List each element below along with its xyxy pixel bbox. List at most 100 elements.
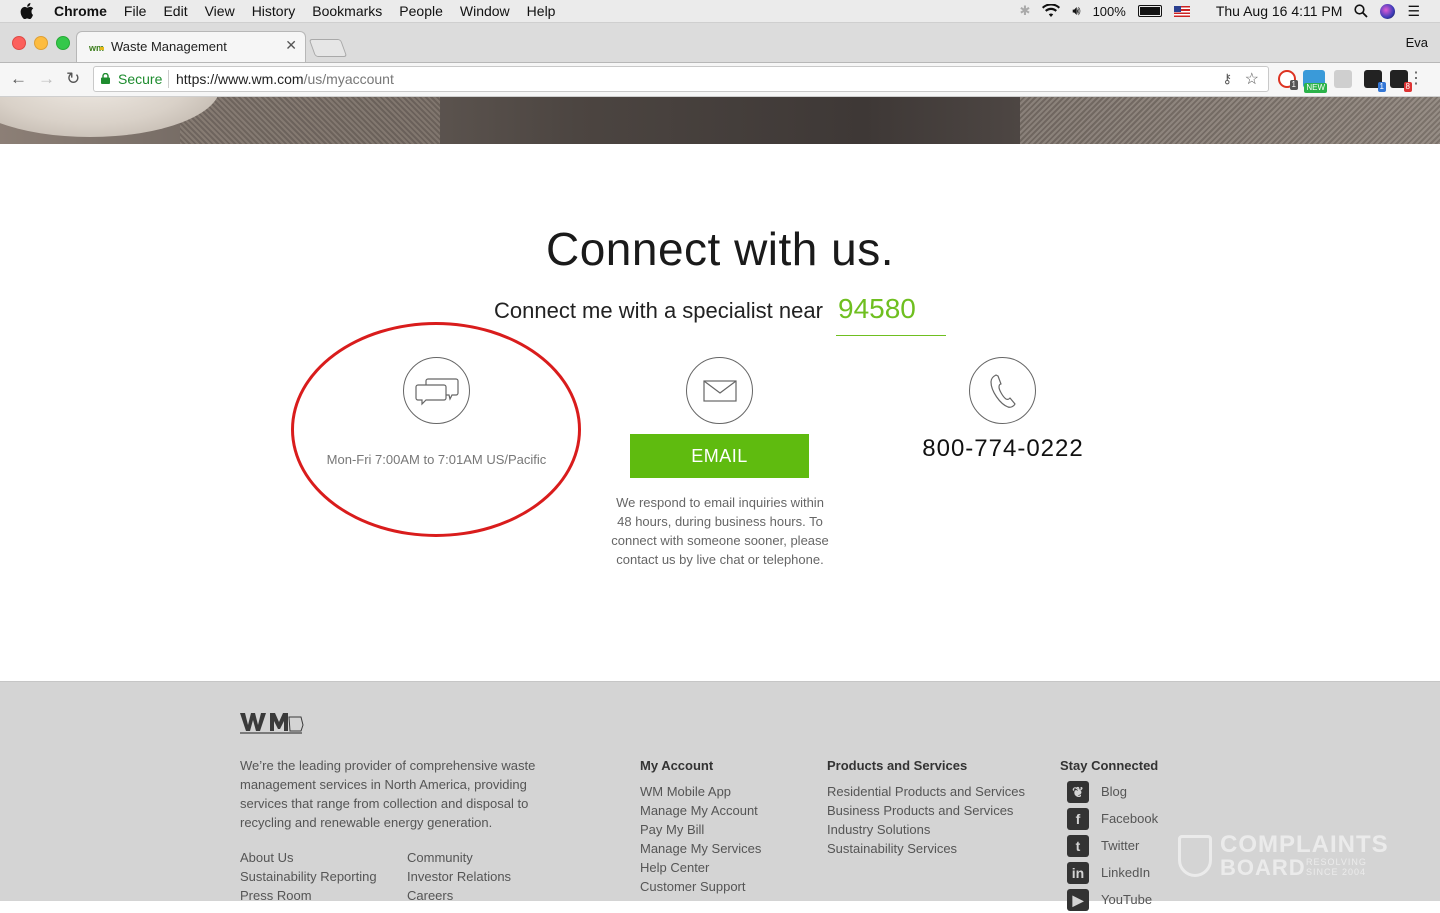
key-icon[interactable]: ⚷: [1222, 71, 1232, 87]
footer-heading-my-account: My Account: [640, 758, 714, 773]
extension-dark-icon[interactable]: 8: [1390, 70, 1412, 92]
footer-link-about-us[interactable]: About Us: [240, 848, 377, 867]
menu-app-name[interactable]: Chrome: [54, 3, 107, 19]
footer-link-residential[interactable]: Residential Products and Services: [827, 782, 1025, 801]
volume-icon[interactable]: 🔊︎: [1072, 3, 1080, 19]
footer-link-pay-my-bill[interactable]: Pay My Bill: [640, 820, 761, 839]
macos-menu-bar: Chrome File Edit View History Bookmarks …: [0, 0, 1440, 23]
profile-name[interactable]: Eva: [1406, 35, 1428, 50]
footer-link-careers[interactable]: Careers: [407, 886, 511, 905]
social-label-facebook: Facebook: [1101, 811, 1159, 826]
chrome-menu-icon[interactable]: ⋮: [1408, 68, 1424, 88]
email-button[interactable]: EMAIL: [630, 434, 809, 478]
zoom-window-button[interactable]: [56, 36, 70, 50]
wifi-icon[interactable]: [1042, 4, 1061, 18]
spotlight-search-icon[interactable]: [1354, 4, 1369, 18]
extension-new-icon[interactable]: NEW: [1303, 70, 1327, 93]
forward-arrow-icon[interactable]: →: [38, 69, 55, 89]
close-tab-icon[interactable]: ✕: [285, 37, 297, 54]
extension-evernote-icon[interactable]: 1: [1364, 70, 1386, 92]
wm-logo[interactable]: [240, 711, 304, 735]
flag-icon[interactable]: [1173, 5, 1190, 17]
url-host: https://www.wm.com: [176, 71, 304, 87]
extension-badge: 1: [1289, 80, 1298, 90]
footer-social-blog[interactable]: ❦ Blog: [1060, 778, 1158, 805]
menu-help[interactable]: Help: [527, 3, 556, 19]
notification-center-icon[interactable]: ☰: [1407, 3, 1420, 20]
specialist-prompt: Connect me with a specialist near: [494, 298, 823, 323]
phone-number[interactable]: 800-774-0222: [903, 435, 1103, 463]
footer-heading-stay-connected: Stay Connected: [1060, 758, 1159, 773]
footer-links-middle: Community Investor Relations Careers: [407, 848, 511, 905]
footer-link-manage-my-account[interactable]: Manage My Account: [640, 801, 761, 820]
extension-red-icon[interactable]: 1: [1278, 70, 1298, 90]
new-tab-button[interactable]: [308, 39, 348, 57]
menu-file[interactable]: File: [124, 3, 147, 19]
footer-link-industry-solutions[interactable]: Industry Solutions: [827, 820, 1025, 839]
watermark-line2: BOARD: [1220, 855, 1306, 880]
minimize-window-button[interactable]: [34, 36, 48, 50]
browser-toolbar: ← → ↻ Secure https://www.wm.com/us/myacc…: [0, 63, 1440, 97]
address-separator: [168, 70, 169, 88]
footer-link-sustainability-reporting[interactable]: Sustainability Reporting: [240, 867, 377, 886]
hero-texture: [180, 97, 440, 144]
footer-my-account: My Account WM Mobile App Manage My Accou…: [640, 756, 761, 896]
footer-stay-connected: Stay Connected ❦ Blog f Facebook t Twitt…: [1060, 756, 1158, 913]
footer-link-sustainability-services[interactable]: Sustainability Services: [827, 839, 1025, 858]
envelope-icon[interactable]: [686, 357, 753, 424]
footer-social-twitter[interactable]: t Twitter: [1060, 832, 1158, 859]
bookmark-star-icon[interactable]: ☆: [1245, 69, 1259, 89]
hero-image: [0, 97, 1440, 144]
footer-heading-products: Products and Services: [827, 758, 968, 773]
footer-link-press-room[interactable]: Press Room: [240, 886, 377, 905]
url-text[interactable]: https://www.wm.com/us/myaccount: [176, 71, 394, 87]
menu-people[interactable]: People: [399, 3, 443, 19]
social-label-linkedin: LinkedIn: [1101, 865, 1151, 880]
footer-social-facebook[interactable]: f Facebook: [1060, 805, 1158, 832]
extension-new-badge: NEW: [1304, 83, 1327, 93]
menu-window[interactable]: Window: [460, 3, 510, 19]
menu-edit[interactable]: Edit: [163, 3, 187, 19]
apple-icon[interactable]: [20, 3, 34, 19]
footer-social-linkedin[interactable]: in LinkedIn: [1060, 859, 1158, 886]
complaints-board-watermark: COMPLAINTS BOARD RESOLVING SINCE 2004: [1178, 831, 1398, 883]
footer-links-left: About Us Sustainability Reporting Press …: [240, 848, 377, 905]
footer-products: Products and Services Residential Produc…: [827, 756, 1025, 858]
footer-link-investor-relations[interactable]: Investor Relations: [407, 867, 511, 886]
close-window-button[interactable]: [12, 36, 26, 50]
footer-link-help-center[interactable]: Help Center: [640, 858, 761, 877]
clock[interactable]: Thu Aug 16 4:11 PM: [1216, 3, 1343, 19]
social-label-blog: Blog: [1101, 784, 1128, 799]
address-bar[interactable]: Secure https://www.wm.com/us/myaccount ⚷…: [93, 66, 1269, 92]
watermark-tagline: RESOLVING SINCE 2004: [1306, 857, 1367, 877]
twitter-icon: t: [1067, 834, 1089, 857]
menu-bookmarks[interactable]: Bookmarks: [312, 3, 382, 19]
footer-link-manage-my-services[interactable]: Manage My Services: [640, 839, 761, 858]
footer-link-community[interactable]: Community: [407, 848, 511, 867]
url-path: /us/myaccount: [303, 71, 394, 87]
extension-gray-icon[interactable]: [1334, 70, 1352, 88]
window-controls: [12, 36, 70, 50]
zip-code-input[interactable]: 94580: [836, 293, 946, 336]
footer-link-customer-support[interactable]: Customer Support: [640, 877, 761, 896]
phone-icon[interactable]: [969, 357, 1036, 424]
battery-icon[interactable]: [1137, 5, 1162, 17]
footer-link-business[interactable]: Business Products and Services: [827, 801, 1025, 820]
annotation-circle: [291, 322, 581, 537]
footer-about: We’re the leading provider of comprehens…: [240, 758, 536, 830]
lock-icon: [101, 73, 110, 84]
leaf-icon: ❦: [1067, 780, 1089, 803]
menu-history[interactable]: History: [252, 3, 296, 19]
facebook-icon: f: [1067, 807, 1089, 830]
menu-view[interactable]: View: [205, 3, 235, 19]
reload-icon[interactable]: ↻: [66, 69, 80, 89]
watermark-tagline2: SINCE 2004: [1306, 867, 1367, 877]
siri-icon[interactable]: [1380, 3, 1396, 19]
bluetooth-icon[interactable]: ✱: [1019, 3, 1030, 19]
linkedin-icon: in: [1067, 861, 1089, 884]
email-note: We respond to email inquiries within 48 …: [611, 495, 829, 567]
browser-tab-active[interactable]: wm Waste Management ✕: [76, 31, 306, 62]
social-label-twitter: Twitter: [1101, 838, 1140, 853]
back-arrow-icon[interactable]: ←: [10, 69, 27, 89]
footer-link-wm-mobile-app[interactable]: WM Mobile App: [640, 782, 761, 801]
